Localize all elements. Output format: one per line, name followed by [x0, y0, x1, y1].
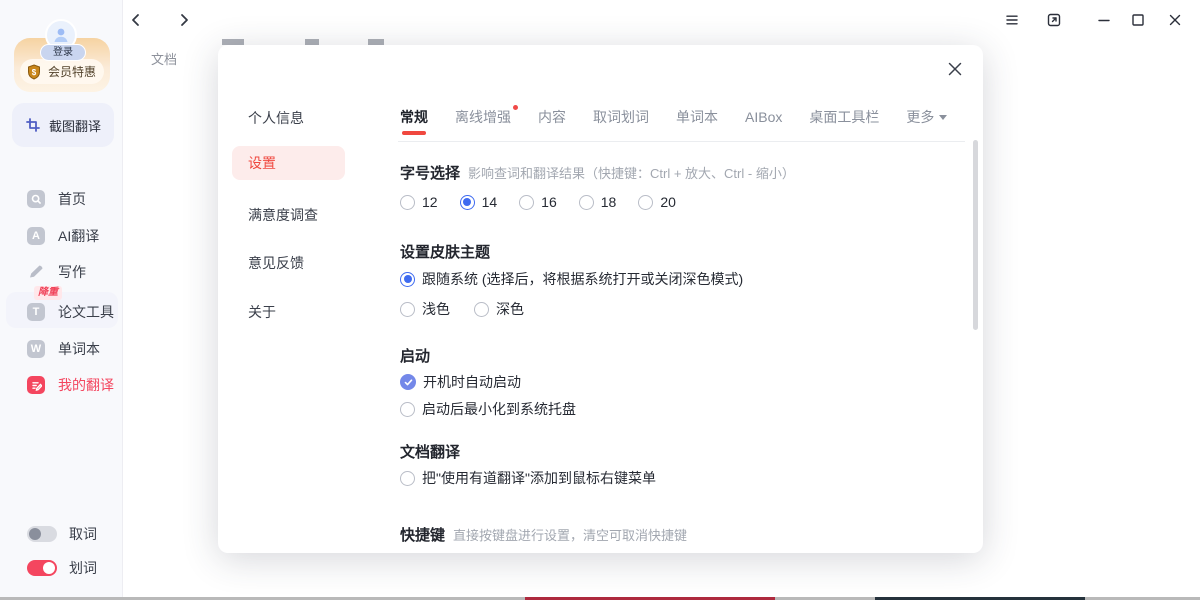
word-capture-row: 取词 — [27, 524, 97, 544]
chevron-down-icon — [939, 115, 947, 120]
wordbook-icon: W — [27, 340, 45, 358]
login-badge[interactable]: 登录 — [40, 44, 86, 61]
radio-font-12[interactable]: 12 — [400, 194, 438, 210]
close-button[interactable] — [1167, 12, 1183, 28]
vip-badge-icon: $ — [26, 64, 42, 80]
tab-more[interactable]: 更多 — [906, 107, 947, 127]
modal-nav-about[interactable]: 关于 — [248, 302, 276, 322]
modal-close-icon[interactable] — [947, 61, 963, 77]
radio-dark-theme[interactable]: 深色 — [474, 299, 524, 319]
tab-wordbook[interactable]: 单词本 — [676, 107, 718, 127]
sidebar-item-label: 我的翻译 — [58, 375, 114, 395]
sidebar-item-ai-translate[interactable]: A AI翻译 — [0, 223, 122, 249]
sidebar-item-paper-tools[interactable]: T 论文工具 — [0, 299, 122, 325]
tabs-divider — [398, 141, 965, 142]
font-size-options: 12 14 16 18 20 — [400, 194, 676, 210]
sidebar-item-my-translations[interactable]: 我的翻译 — [0, 372, 122, 398]
font-size-title: 字号选择影响查词和翻译结果（快捷键：Ctrl + 放大、Ctrl - 缩小） — [400, 162, 795, 183]
popout-icon[interactable] — [1046, 12, 1062, 28]
doc-context-row: 把"使用有道翻译"添加到鼠标右键菜单 — [400, 468, 656, 488]
sidebar-item-wordbook[interactable]: W 单词本 — [0, 336, 122, 362]
tab-content[interactable]: 内容 — [538, 107, 566, 127]
svg-text:$: $ — [32, 68, 37, 77]
sidebar-item-label: 首页 — [58, 189, 86, 209]
sidebar: 登录 $ 会员特惠 截图翻译 首页 A AI翻译 — [0, 0, 123, 600]
startup-tray-row: 启动后最小化到系统托盘 — [400, 399, 576, 419]
startup-title: 启动 — [400, 345, 430, 366]
hotkey-desc: 直接按键盘进行设置，清空可取消快捷键 — [453, 528, 687, 543]
check-minimize-tray[interactable]: 启动后最小化到系统托盘 — [400, 399, 576, 419]
crop-icon — [25, 117, 41, 133]
sidebar-item-label: 写作 — [58, 262, 86, 282]
tab-general[interactable]: 常规 — [400, 107, 428, 127]
tab-desktop-toolbar[interactable]: 桌面工具栏 — [809, 107, 879, 127]
scrollbar[interactable] — [973, 140, 978, 330]
word-capture-toggle[interactable] — [27, 526, 57, 542]
hotkey-title: 快捷键直接按键盘进行设置，清空可取消快捷键 — [400, 524, 687, 545]
modal-nav-profile[interactable]: 个人信息 — [248, 108, 304, 128]
tab-aibox[interactable]: AIBox — [745, 109, 782, 125]
pen-icon — [27, 264, 45, 280]
theme-follow-row: 跟随系统 (选择后，将根据系统打开或关闭深色模式) — [400, 269, 743, 289]
back-button[interactable] — [128, 12, 144, 28]
doc-translate-title: 文档翻译 — [400, 441, 460, 462]
radio-font-16[interactable]: 16 — [519, 194, 557, 210]
vip-button[interactable]: $ 会员特惠 — [20, 59, 104, 84]
radio-font-18[interactable]: 18 — [579, 194, 617, 210]
maximize-button[interactable] — [1130, 12, 1146, 28]
settings-dialog: 个人信息 设置 满意度调查 意见反馈 关于 常规 离线增强 内容 取词划词 单词… — [218, 45, 983, 553]
check-auto-start[interactable]: 开机时自动启动 — [400, 372, 521, 392]
radio-font-14[interactable]: 14 — [460, 194, 498, 210]
ai-translate-icon: A — [27, 227, 45, 245]
sidebar-item-home[interactable]: 首页 — [0, 186, 122, 212]
checked-icon — [400, 374, 416, 390]
theme-mode-row: 浅色 深色 — [400, 299, 524, 319]
sidebar-item-writing[interactable]: 写作 — [0, 259, 122, 285]
tab-offline[interactable]: 离线增强 — [455, 107, 511, 127]
sidebar-item-label: 单词本 — [58, 339, 100, 359]
sidebar-item-label: AI翻译 — [58, 226, 99, 246]
search-icon — [27, 190, 45, 208]
modal-nav-settings[interactable]: 设置 — [232, 146, 345, 180]
toggle-label: 取词 — [69, 524, 97, 544]
font-size-desc: 影响查词和翻译结果（快捷键：Ctrl + 放大、Ctrl - 缩小） — [468, 166, 795, 181]
word-select-row: 划词 — [27, 558, 97, 578]
tab-word-capture[interactable]: 取词划词 — [593, 107, 649, 127]
radio-follow-system[interactable]: 跟随系统 (选择后，将根据系统打开或关闭深色模式) — [400, 269, 743, 289]
screenshot-translate-button[interactable]: 截图翻译 — [12, 103, 114, 147]
tab-document[interactable]: 文档 — [151, 49, 177, 68]
paper-tools-icon: T — [27, 303, 45, 321]
check-context-menu[interactable]: 把"使用有道翻译"添加到鼠标右键菜单 — [400, 468, 656, 488]
menu-icon[interactable] — [1004, 12, 1020, 28]
toggle-label: 划词 — [69, 558, 97, 578]
modal-nav-survey[interactable]: 满意度调查 — [248, 205, 318, 225]
radio-light-theme[interactable]: 浅色 — [400, 299, 450, 319]
minimize-button[interactable] — [1096, 12, 1112, 28]
screenshot-translate-label: 截图翻译 — [49, 116, 101, 135]
paper-tools-badge: 降重 — [34, 286, 62, 300]
vip-label: 会员特惠 — [48, 63, 96, 80]
my-translations-icon — [27, 376, 45, 394]
notification-dot — [513, 105, 518, 110]
radio-font-20[interactable]: 20 — [638, 194, 676, 210]
startup-auto-row: 开机时自动启动 — [400, 372, 521, 392]
person-icon — [51, 25, 71, 45]
forward-button[interactable] — [176, 12, 192, 28]
app-window: 登录 $ 会员特惠 截图翻译 首页 A AI翻译 — [0, 0, 1200, 600]
modal-nav-feedback[interactable]: 意见反馈 — [248, 253, 304, 273]
word-select-toggle[interactable] — [27, 560, 57, 576]
theme-title: 设置皮肤主题 — [400, 241, 490, 262]
settings-tabs: 常规 离线增强 内容 取词划词 单词本 AIBox 桌面工具栏 更多 — [400, 107, 947, 127]
sidebar-item-label: 论文工具 — [58, 302, 114, 322]
